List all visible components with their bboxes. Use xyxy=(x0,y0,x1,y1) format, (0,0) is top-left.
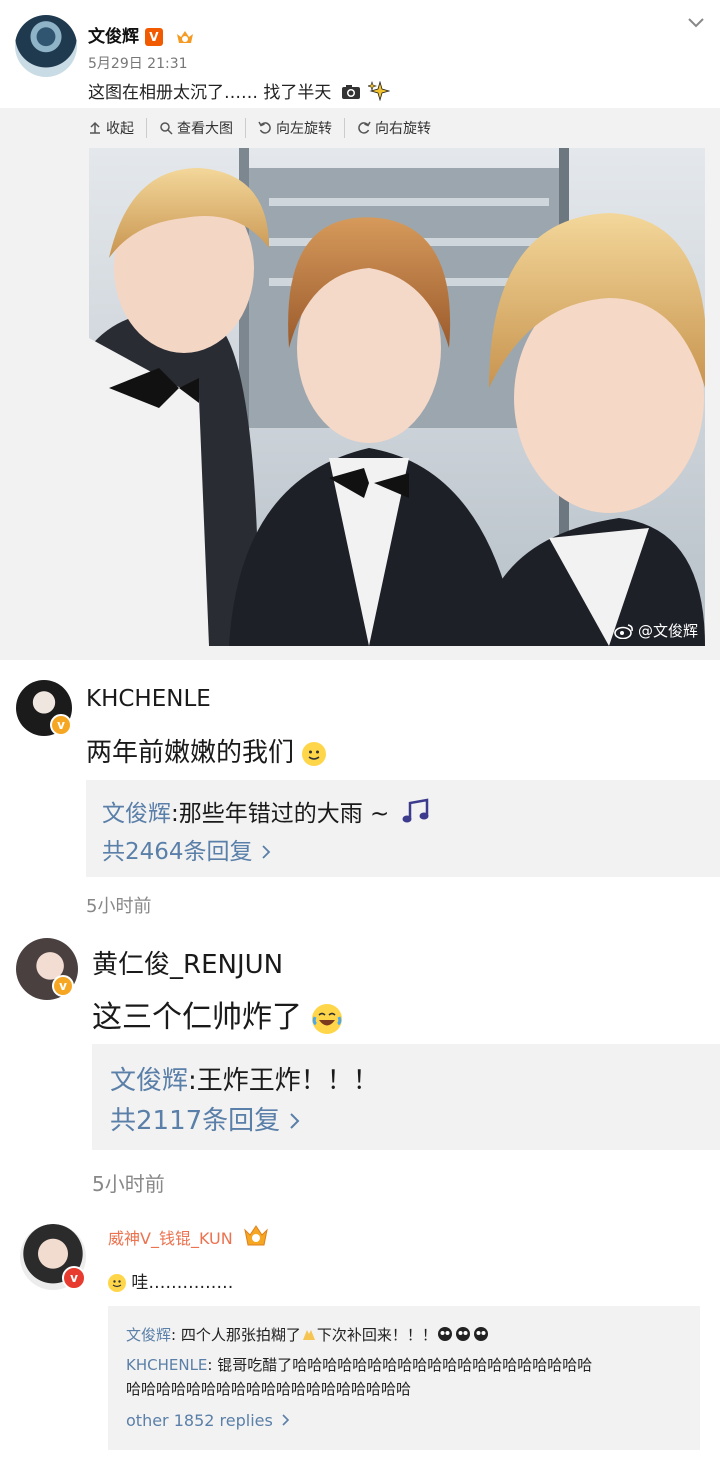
comment-username[interactable]: KHCHENLE xyxy=(86,686,211,712)
rotate-right-icon xyxy=(358,121,371,134)
comment-text-row: 两年前嫩嫩的我们 xyxy=(86,732,327,769)
comment-text-row: 这三个仁帅炸了 xyxy=(92,992,342,1036)
reply-line: 文俊辉:那些年错过的大雨 ~ xyxy=(102,794,431,828)
reply-count-link[interactable]: 共2117条回复 xyxy=(110,1100,302,1137)
photo-watermark: @文俊辉 xyxy=(614,620,698,641)
rotate-right-button[interactable]: 向右旋转 xyxy=(357,118,443,138)
post-avatar[interactable] xyxy=(15,15,77,77)
comment-time: 5小时前 xyxy=(92,1172,165,1196)
comment-item: v 威神V_钱锟_KUN 哇…………… 文俊辉: 四个人那张拍糊了 下次补回来！！… xyxy=(0,1200,720,1470)
reply-line: KHCHENLE: 锟哥吃醋了哈哈哈哈哈哈哈哈哈哈哈哈哈哈哈哈哈哈哈哈 xyxy=(126,1356,593,1374)
vip-crown-icon xyxy=(243,1225,268,1246)
music-note-icon xyxy=(402,798,429,823)
comment-item: v 黄仁俊_RENJUN 这三个仁帅炸了 文俊辉:王炸王炸！！！ 共2117条回… xyxy=(0,920,720,1200)
comment-item: v KHCHENLE 两年前嫩嫩的我们 文俊辉:那些年错过的大雨 ~ 共2464… xyxy=(0,660,720,920)
post-text-row: 这图在相册太沉了…… 找了半天 xyxy=(88,78,391,103)
camera-icon xyxy=(341,85,360,99)
verified-badge-icon: v xyxy=(50,714,72,736)
comment-time: 5小时前 xyxy=(86,896,152,917)
verified-badge-icon: v xyxy=(62,1266,86,1290)
comment-text: 两年前嫩嫩的我们 xyxy=(86,738,295,768)
comment-username[interactable]: 黄仁俊_RENJUN xyxy=(92,944,283,981)
verified-badge-icon: v xyxy=(52,975,74,997)
reply-line: 文俊辉: 四个人那张拍糊了 下次补回来！！！ xyxy=(126,1324,491,1345)
more-replies-link[interactable]: other 1852 replies xyxy=(126,1411,291,1430)
comment-text: 哇…………… xyxy=(131,1273,234,1293)
reply-preview[interactable]: 文俊辉:那些年错过的大雨 ~ 共2464条回复 xyxy=(86,780,720,877)
chevron-right-icon xyxy=(290,1113,300,1129)
reply-author[interactable]: 文俊辉 xyxy=(102,801,171,827)
sparkle-icon xyxy=(367,80,391,102)
photo-toolbar: 收起 查看大图 向左旋转 向右旋转 xyxy=(88,118,455,138)
comment-username[interactable]: 威神V_钱锟_KUN xyxy=(108,1229,233,1248)
reply-preview[interactable]: 文俊辉:王炸王炸！！！ 共2117条回复 xyxy=(92,1044,720,1150)
vip-crown-icon xyxy=(176,31,193,43)
pray-hands-icon xyxy=(302,1330,315,1340)
panda-emoji-icon xyxy=(437,1327,488,1341)
group-selfie-image xyxy=(89,148,705,646)
reply-author[interactable]: KHCHENLE xyxy=(126,1356,207,1374)
smile-emoji-icon xyxy=(108,1274,126,1292)
comment-username-row: 威神V_钱锟_KUN xyxy=(108,1222,270,1250)
collapse-icon xyxy=(90,121,100,134)
rotate-left-button[interactable]: 向左旋转 xyxy=(258,118,345,138)
verified-badge-icon: V xyxy=(144,28,163,46)
reply-author[interactable]: 文俊辉 xyxy=(110,1066,188,1096)
post-text: 这图在相册太沉了…… 找了半天 xyxy=(88,83,332,103)
post-username-row: 文俊辉 V xyxy=(88,22,195,47)
view-large-button[interactable]: 查看大图 xyxy=(159,118,246,138)
comment-text-row: 哇…………… xyxy=(108,1268,233,1293)
comment-text: 这三个仁帅炸了 xyxy=(92,1000,302,1035)
chevron-right-icon xyxy=(262,845,271,859)
reply-line-continued: 哈哈哈哈哈哈哈哈哈哈哈哈哈哈哈哈哈哈哈 xyxy=(126,1380,412,1398)
post-photo[interactable] xyxy=(89,148,705,646)
smile-emoji-icon xyxy=(302,741,327,766)
reply-line: 文俊辉:王炸王炸！！！ xyxy=(110,1060,379,1097)
rotate-left-icon xyxy=(258,121,271,134)
reply-preview[interactable]: 文俊辉: 四个人那张拍糊了 下次补回来！！！ KHCHENLE: 锟哥吃醋了哈哈哈… xyxy=(108,1306,700,1450)
weibo-post: 文俊辉 V 5月29日 21:31 这图在相册太沉了…… 找了半天 收起 查看大… xyxy=(0,0,720,660)
weibo-logo-icon xyxy=(614,623,633,639)
reply-text: :那些年错过的大雨 ~ xyxy=(171,801,390,827)
reply-text: :王炸王炸！！！ xyxy=(188,1066,379,1096)
post-username[interactable]: 文俊辉 xyxy=(88,27,139,47)
laugh-cry-emoji-icon xyxy=(311,1003,342,1034)
reply-author[interactable]: 文俊辉 xyxy=(126,1326,171,1344)
collapse-button[interactable]: 收起 xyxy=(88,118,147,138)
chevron-right-icon xyxy=(282,1414,290,1426)
post-timestamp: 5月29日 21:31 xyxy=(88,56,188,72)
magnifier-icon xyxy=(160,122,173,135)
chevron-down-icon[interactable] xyxy=(686,13,706,33)
reply-count-link[interactable]: 共2464条回复 xyxy=(102,832,272,866)
